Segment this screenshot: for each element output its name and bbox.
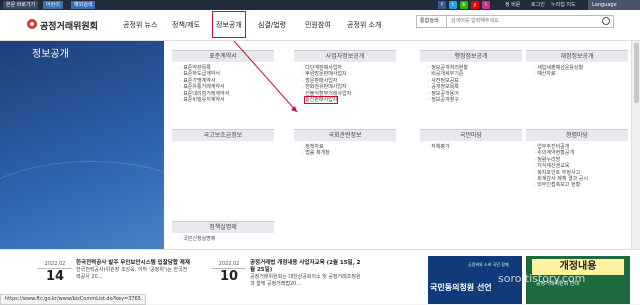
menu-about[interactable]: 공정위 소개 bbox=[347, 10, 381, 40]
news-date: 2022.02 10 bbox=[212, 260, 246, 294]
site-name[interactable]: 공정거래위원회 bbox=[40, 19, 98, 32]
news-body: 한국전력공사(위원장 조성욱, 이하 '공정위')는 한국전력공사 20... bbox=[76, 267, 188, 280]
search-scope-select[interactable]: 통합검색 bbox=[417, 16, 447, 27]
menu-info-disclosure[interactable]: 정보공개 bbox=[212, 11, 246, 38]
menu-news[interactable]: 공정위 뉴스 bbox=[123, 10, 157, 40]
instagram-icon[interactable]: i bbox=[482, 1, 490, 9]
login-link[interactable]: 로그인 bbox=[531, 1, 545, 9]
submenu-panel: 표준계약서 표준약관목록 표준하도급계약서 표준가맹계약서 표준유통거래계약서 … bbox=[164, 41, 640, 249]
annotation-arrow bbox=[233, 41, 298, 113]
overseas-link[interactable]: 해외검색 bbox=[71, 1, 96, 9]
news-date: 2022.02 14 bbox=[38, 260, 72, 294]
twitter-icon[interactable]: t bbox=[449, 1, 457, 9]
news-body: 공정거래위원회는 대한상공회의소 및 공정거래조정원과 함께 공정거래법20..… bbox=[250, 274, 361, 287]
language-selector[interactable]: Language bbox=[588, 0, 640, 10]
search-icon[interactable] bbox=[602, 17, 610, 25]
skip-to-content-link[interactable]: 본문 바로가기 bbox=[3, 1, 39, 9]
menu-policy[interactable]: 정책/제도 bbox=[172, 10, 200, 40]
section-banner: 정보공개 bbox=[0, 41, 222, 283]
facebook-icon[interactable]: f bbox=[438, 1, 446, 9]
news-date-ym: 2022.02 bbox=[44, 261, 66, 267]
menu-decisions[interactable]: 심결/법령 bbox=[258, 10, 286, 40]
blog-icon[interactable]: b bbox=[460, 1, 468, 9]
banner-headline: 국민동의청원 선언 bbox=[430, 283, 492, 292]
news-title[interactable]: 한국전력공사 발주 무인보안시스템 입찰담합 제재 bbox=[76, 260, 190, 266]
news-item[interactable]: 공정거래법 개정내용 사업자교육 (2월 15일, 2월 25일) 공정거래위원… bbox=[250, 260, 365, 288]
menu-civil[interactable]: 민원참여 bbox=[305, 10, 331, 40]
kids-link[interactable]: 어린이 bbox=[43, 1, 63, 9]
banner-caption: 공정위와 소비 국민 함께 bbox=[468, 262, 509, 267]
section-title: 정보공개 bbox=[32, 49, 69, 60]
site-header: 공정거래위원회 공정위 뉴스 정책/제도 정보공개 심결/법령 민원참여 공정위… bbox=[0, 10, 640, 41]
news-title[interactable]: 공정거래법 개정내용 사업자교육 (2월 15일, 2월 25일) bbox=[250, 260, 360, 273]
scrollbar-thumb[interactable] bbox=[634, 43, 639, 103]
news-date-day: 14 bbox=[38, 268, 72, 285]
site-map-link[interactable]: 정 비뮨 bbox=[505, 1, 520, 9]
youtube-icon[interactable]: y bbox=[471, 1, 479, 9]
scrollbar[interactable] bbox=[631, 41, 640, 249]
search-input[interactable] bbox=[451, 16, 591, 27]
news-date-day: 10 bbox=[212, 268, 246, 285]
search-box: 통합검색 bbox=[416, 15, 614, 28]
news-item[interactable]: 한국전력공사 발주 무인보안시스템 입찰담합 제재 한국전력공사(위원장 조성욱… bbox=[76, 260, 191, 281]
ftc-logo-icon[interactable] bbox=[27, 19, 37, 29]
browser-status-url: https://www.ftc.go.kr/www/bizCommList.do… bbox=[0, 294, 146, 305]
top-utility-bar: 본문 바로가기 어린이 해외검색 f t b y i 정 비뮨 로그인 누리집 … bbox=[0, 0, 640, 10]
sitemap-link[interactable]: 누리집 지도 bbox=[551, 1, 576, 9]
news-date-ym: 2022.02 bbox=[218, 261, 240, 267]
watermark: soro.tistory.com bbox=[498, 272, 586, 285]
